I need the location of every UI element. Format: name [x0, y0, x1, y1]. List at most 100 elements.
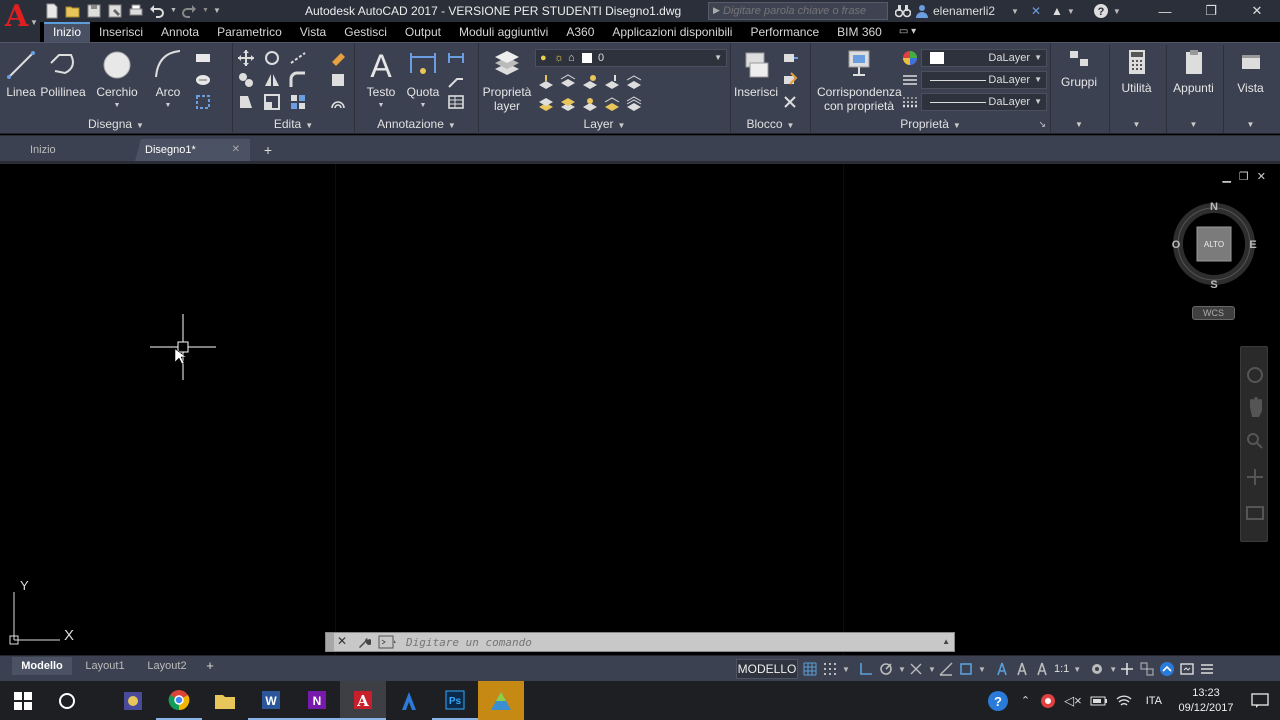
utilita-button[interactable]: Utilità ▼ — [1109, 45, 1163, 133]
compass-west[interactable]: O — [1172, 239, 1181, 251]
start-button[interactable] — [0, 681, 46, 720]
save-icon[interactable] — [86, 3, 102, 19]
compass-east[interactable]: E — [1249, 239, 1256, 251]
rectangle-icon[interactable] — [194, 49, 212, 67]
taskbar-onenote[interactable]: N — [294, 681, 340, 720]
tab-inserisci[interactable]: Inserisci — [90, 22, 152, 42]
help-search[interactable]: ▶ — [708, 2, 888, 20]
command-line-grip[interactable] — [326, 633, 334, 651]
workspace-gear-icon[interactable] — [1089, 661, 1105, 677]
lineweight-dropdown[interactable]: DaLayer ▼ — [921, 93, 1047, 111]
panel-title-edita[interactable]: Edita ▼ — [233, 117, 354, 131]
cerchio-button[interactable]: Cerchio ▼ — [94, 47, 140, 113]
erase-icon[interactable] — [329, 49, 347, 67]
array-icon[interactable] — [289, 93, 307, 111]
command-line-close-icon[interactable]: ✕ — [337, 634, 347, 648]
tray-app-icon[interactable] — [1040, 693, 1056, 709]
close-button[interactable]: ✕ — [1234, 0, 1280, 22]
annotation-visibility-icon[interactable] — [994, 661, 1010, 677]
rotate-icon[interactable] — [263, 49, 281, 67]
polilinea-button[interactable]: Polilinea — [40, 47, 86, 99]
quota-button[interactable]: Quota ▼ — [405, 47, 441, 113]
table-icon[interactable] — [447, 93, 465, 111]
layer-tool-2-icon[interactable] — [559, 73, 577, 91]
help-icon[interactable]: ? — [1093, 3, 1109, 19]
input-language[interactable]: ITA — [1146, 695, 1162, 707]
open-icon[interactable] — [65, 3, 81, 19]
color-wheel-icon[interactable] — [901, 49, 919, 67]
close-tab-icon[interactable]: ✕ — [232, 139, 240, 161]
panel-title-layer[interactable]: Layer ▼ — [479, 117, 730, 131]
layout-tab-layout2[interactable]: Layout2 — [140, 657, 194, 675]
redo-dropdown-icon[interactable]: ▼ — [202, 3, 209, 19]
copy-icon[interactable] — [237, 71, 255, 89]
viewcube[interactable]: ALTO N S E O — [1172, 199, 1258, 289]
offset-icon[interactable] — [329, 93, 347, 111]
arco-button[interactable]: Arco ▼ — [150, 47, 186, 113]
a360-icon[interactable]: ▲ — [1051, 4, 1063, 18]
tab-inizio[interactable]: Inizio — [44, 22, 91, 42]
panel-title-blocco[interactable]: Blocco ▼ — [731, 117, 810, 131]
clock[interactable]: 13:23 09/12/2017 — [1172, 686, 1240, 716]
redo-icon[interactable] — [181, 3, 197, 19]
vista-button[interactable]: Vista ▼ — [1223, 45, 1277, 133]
appunti-button[interactable]: Appunti ▼ — [1166, 45, 1220, 133]
compass-south[interactable]: S — [1210, 279, 1217, 289]
user-dropdown-icon[interactable]: ▼ — [1011, 7, 1019, 16]
inserisci-button[interactable]: Inserisci — [733, 47, 779, 99]
layer-tool-4-icon[interactable] — [603, 73, 621, 91]
layer-tool-10-icon[interactable] — [625, 95, 643, 113]
ribbon-options-icon[interactable]: ▭ ▾ — [899, 26, 923, 38]
drawing-canvas[interactable]: ▁ ❐ ✕ ALTO N S E O WCS Y X — [0, 161, 1280, 658]
edit-block-icon[interactable] — [781, 71, 799, 89]
zoom-icon[interactable] — [1247, 433, 1259, 445]
layer-tool-1-icon[interactable] — [537, 73, 555, 91]
proprieta-launcher-icon[interactable]: ↘ — [1038, 119, 1046, 130]
taskbar-file-explorer[interactable] — [202, 681, 248, 720]
expand-arrow-icon[interactable]: ▶ — [713, 5, 720, 16]
panel-title-annotazione[interactable]: Annotazione ▼ — [355, 117, 478, 131]
tab-output[interactable]: Output — [396, 22, 450, 42]
ortho-icon[interactable] — [858, 661, 874, 677]
notifications-icon[interactable] — [1240, 681, 1280, 720]
taskbar-photoshop[interactable]: Ps — [432, 681, 478, 720]
a360-dropdown-icon[interactable]: ▼ — [1067, 7, 1075, 16]
help-tray-icon[interactable]: ? — [987, 690, 1009, 712]
viewport-restore-icon[interactable]: ❐ — [1239, 170, 1249, 183]
file-tab-inizio[interactable]: Inizio — [0, 139, 135, 161]
linetype-dropdown[interactable]: DaLayer ▼ — [921, 71, 1047, 89]
steering-wheel-icon[interactable] — [1247, 367, 1263, 383]
layer-tool-5-icon[interactable] — [625, 73, 643, 91]
command-prompt-icon[interactable] — [378, 635, 398, 649]
compass-north[interactable]: N — [1210, 201, 1218, 213]
auto-scale-icon[interactable] — [1014, 661, 1030, 677]
minimize-button[interactable]: — — [1142, 0, 1188, 22]
command-history-icon[interactable]: ▲ — [942, 637, 950, 646]
taskbar-chrome[interactable] — [156, 681, 202, 720]
clean-screen-icon[interactable] — [1179, 661, 1195, 677]
add-scale-icon[interactable] — [1119, 661, 1135, 677]
showmotion-icon[interactable] — [1246, 506, 1264, 520]
pan-icon[interactable] — [1250, 397, 1262, 417]
undo-icon[interactable] — [149, 3, 165, 19]
tab-annota[interactable]: Annota — [152, 22, 208, 42]
units-icon[interactable] — [1139, 661, 1155, 677]
panel-title-disegna[interactable]: Disegna ▼ — [0, 117, 232, 131]
layer-tool-6-icon[interactable] — [537, 95, 555, 113]
annotation-scale-icon[interactable] — [1034, 661, 1050, 677]
layer-tool-3-icon[interactable] — [581, 73, 599, 91]
object-snap-dropdown-icon[interactable]: ▼ — [978, 665, 986, 674]
application-menu-button[interactable]: A ▼ — [0, 0, 40, 42]
snap-icon[interactable] — [822, 661, 838, 677]
customize-qat-icon[interactable]: ▼ — [213, 3, 223, 19]
viewport-minimize-icon[interactable]: ▁ — [1222, 170, 1230, 183]
taskbar-word[interactable]: W — [248, 681, 294, 720]
linetype-icon[interactable] — [901, 71, 919, 89]
annotation-scale-value[interactable]: 1:1 — [1054, 663, 1069, 675]
create-block-icon[interactable] — [781, 49, 799, 67]
layer-dropdown[interactable]: ● ☼ ⌂ 0 ▼ — [535, 49, 727, 67]
annotation-scale-dropdown-icon[interactable]: ▼ — [1073, 665, 1081, 674]
object-snap-tracking-icon[interactable] — [938, 661, 954, 677]
scale-icon[interactable] — [263, 93, 281, 111]
tab-gestisci[interactable]: Gestisci — [335, 22, 396, 42]
